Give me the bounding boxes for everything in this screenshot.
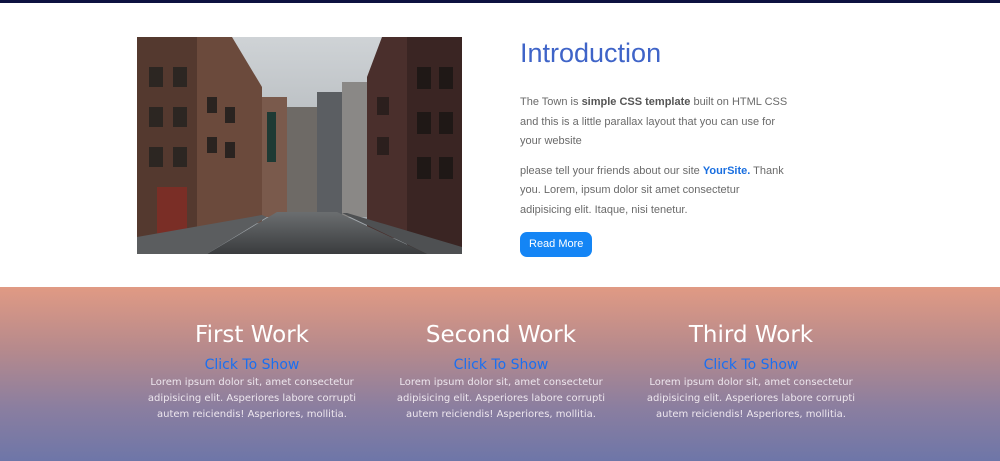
intro-section: Introduction The Town is simple CSS temp… — [0, 3, 1000, 287]
intro-p1-bold: simple CSS template — [581, 96, 691, 108]
click-to-show-link[interactable]: Click To Show — [137, 355, 367, 375]
work-description: Lorem ipsum dolor sit, amet consectetur … — [147, 377, 357, 420]
work-title: Third Work — [688, 322, 814, 348]
intro-title: Introduction — [520, 38, 662, 68]
click-to-show-link[interactable]: Click To Show — [636, 355, 866, 375]
intro-text-block: Introduction The Town is simple CSS temp… — [520, 37, 790, 257]
work-title: Second Work — [425, 322, 577, 348]
work-card-2: Second Work Click To Show Lorem ipsum do… — [386, 320, 616, 423]
read-more-button[interactable]: Read More — [520, 232, 593, 257]
work-title: First Work — [195, 322, 309, 348]
work-description: Lorem ipsum dolor sit, amet consectetur … — [646, 377, 856, 420]
street-photo — [137, 37, 462, 254]
work-card-1: First Work Click To Show Lorem ipsum dol… — [137, 320, 367, 423]
click-to-show-link[interactable]: Click To Show — [386, 355, 616, 375]
works-section: First Work Click To Show Lorem ipsum dol… — [0, 287, 1000, 461]
intro-paragraph-2: please tell your friends about our site … — [520, 162, 790, 221]
brand-name: YourSite. — [702, 164, 751, 177]
work-description: Lorem ipsum dolor sit, amet consectetur … — [396, 377, 606, 420]
intro-p2-prefix: please tell your friends about our site — [520, 164, 703, 177]
intro-paragraph-1: The Town is simple CSS template built on… — [520, 93, 790, 152]
work-card-3: Third Work Click To Show Lorem ipsum dol… — [636, 320, 866, 423]
intro-p1-prefix: The Town is — [520, 96, 582, 108]
street-photo-illustration — [137, 37, 462, 254]
